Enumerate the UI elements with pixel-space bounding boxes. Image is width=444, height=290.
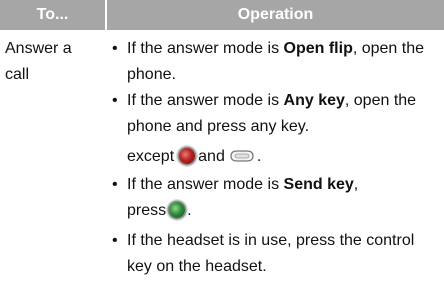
row-label-answer-call: Answer a call	[5, 40, 72, 83]
table-header: To... Operation	[0, 0, 444, 30]
item-text: .	[256, 148, 262, 165]
item-text: and	[198, 148, 225, 165]
bullet-icon: •	[112, 40, 118, 57]
header-to: To...	[0, 0, 105, 30]
item-mode-name: Open flip	[283, 40, 353, 57]
side-key-icon	[229, 146, 255, 172]
send-key-icon	[169, 202, 186, 218]
header-operation: Operation	[107, 0, 444, 30]
operation-list: • If the answer mode is Open flip, open …	[105, 36, 442, 280]
bullet-icon: •	[112, 232, 118, 249]
item-text: If the answer mode is	[127, 92, 284, 109]
list-item-open-flip: • If the answer mode is Open flip, open …	[105, 36, 442, 88]
item-text: ,	[353, 176, 359, 193]
end-key-icon	[179, 148, 196, 164]
bullet-icon: •	[112, 176, 118, 193]
item-text: press	[127, 202, 167, 219]
item-mode-name: Any key	[283, 92, 345, 109]
item-mode-name: Send key	[283, 176, 354, 193]
list-item-any-key: • If the answer mode is Any key, open th…	[105, 88, 442, 140]
bullet-icon: •	[112, 92, 118, 109]
item-text: except	[127, 148, 175, 165]
item-text: If the answer mode is	[127, 176, 284, 193]
list-item-send-key: • If the answer mode is Send key, press.	[105, 172, 442, 224]
list-item-any-key-continuation: except and .	[105, 144, 442, 172]
item-text: If the answer mode is	[127, 40, 284, 57]
operation-table: To... Operation Answer a call • If the a…	[0, 0, 444, 290]
item-text: If the headset is in use, press the cont…	[127, 232, 415, 275]
item-text: .	[187, 202, 192, 219]
list-item-headset: • If the headset is in use, press the co…	[105, 228, 442, 280]
